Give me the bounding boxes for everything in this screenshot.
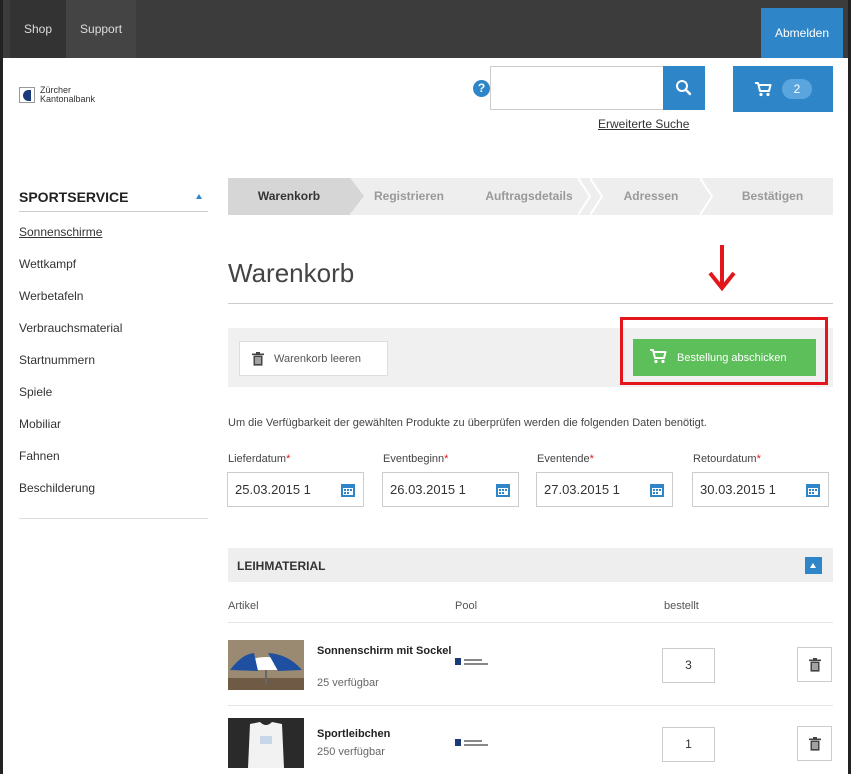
screenshot-frame	[0, 0, 851, 774]
